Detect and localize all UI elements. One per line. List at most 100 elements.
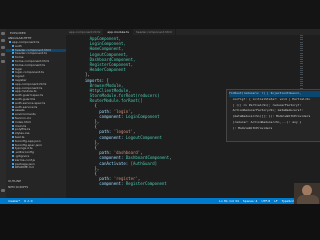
file-icon [12, 147, 14, 150]
status-item[interactable]: Ln 30, Col 34 [219, 199, 239, 203]
minimap-line [300, 41, 303, 43]
file-icon [12, 67, 14, 70]
file-icon [12, 154, 14, 157]
file-icon [12, 101, 14, 104]
editor-tabs: app.component.html app.module.ts header.co… [66, 29, 320, 35]
file-tree-item-label: favicon.ico [15, 116, 32, 120]
file-tree-item-label: assets [15, 109, 25, 113]
minimap-line [300, 35, 303, 36]
search-icon[interactable] [1, 39, 5, 42]
signature-help-tooltip: forRoot(reducers: r) | InjectionToken<>,… [226, 89, 320, 142]
minimap-line [300, 39, 303, 41]
debug-icon[interactable] [1, 53, 5, 56]
file-tree-item-label: app.module.ts [15, 90, 37, 94]
file-tree-item-label: auth.guard.ts [15, 97, 36, 101]
minimap-line [300, 56, 303, 58]
file-tree-item-label: logout [15, 75, 25, 79]
minimap-line [300, 80, 303, 82]
file-icon [12, 78, 14, 81]
file-icon [9, 41, 11, 43]
minimap-line [300, 63, 303, 65]
webcam-overlay [294, 183, 320, 204]
video-frame: EXPLORER ANGULAR-HTTP app.component.ts au… [0, 0, 320, 240]
status-item[interactable]: master* [8, 199, 20, 203]
file-tree-item-label: app.component.ts [15, 86, 43, 90]
file-tree-item-label: tsconfig.spec.json [15, 143, 42, 147]
file-tree-item-label: auth [15, 44, 22, 48]
extensions-icon[interactable] [1, 60, 5, 63]
letterbox-bottom [0, 204, 320, 240]
project-section-header[interactable]: ANGULAR-HTTP [8, 36, 31, 40]
file-tree-item-label: typings.d.ts [15, 147, 33, 151]
minimap-line [300, 61, 303, 63]
minimap-line [300, 85, 303, 87]
file-icon [12, 63, 14, 66]
file-icon [12, 143, 14, 146]
editor-tab[interactable]: app.module.ts [104, 29, 133, 35]
minimap-line [300, 83, 303, 85]
file-icon [12, 94, 14, 97]
status-item[interactable]: LF [274, 199, 277, 203]
file-icon [12, 162, 14, 165]
tooltip-line: config?: { initialState?: void | Partial… [229, 96, 311, 101]
file-icon [12, 151, 14, 154]
code-token: RegisterComponent [125, 181, 167, 187]
code-area[interactable]: AppComponent, LoginComponent, HomeCompon… [80, 36, 172, 186]
file-tree-item-label: karma.conf.js [15, 158, 35, 162]
file-tree-item-label: .gitignore [15, 154, 30, 158]
minimap-line [300, 65, 303, 67]
npm-scripts-section-header[interactable]: NPM SCRIPTS [8, 185, 28, 189]
code-token: , [169, 155, 172, 161]
file-icon [12, 97, 14, 100]
settings-gear-icon[interactable] [1, 189, 5, 192]
file-tree-item-label: auth.guard.spec.ts [15, 94, 44, 98]
minimap-line [300, 50, 303, 52]
tooltip-line: ): ModuleWithProviders [229, 125, 273, 130]
status-item[interactable]: 0 ⚠ 0 [24, 199, 32, 203]
file-tree-item-label: auth.service.ts [15, 105, 38, 109]
status-item[interactable]: Spaces: 4 [243, 199, 258, 203]
file-tree-item-label: auth.service.spec.ts [15, 101, 46, 105]
code-line[interactable]: component: RegisterComponent [80, 181, 172, 186]
file-icon [12, 128, 14, 131]
file-tree-item-label: package.json [15, 162, 35, 166]
outline-section-header[interactable]: OUTLINE [8, 179, 21, 183]
minimap-line [300, 45, 303, 47]
files-icon[interactable] [1, 32, 5, 35]
file-icon [12, 59, 14, 62]
minimap-line [300, 48, 303, 50]
file-icon [12, 113, 14, 116]
editor-tab[interactable]: header.component.html [133, 29, 176, 35]
status-item[interactable]: UTF-8 [261, 199, 270, 203]
source-control-icon[interactable] [1, 46, 5, 49]
minimap-line [300, 52, 303, 54]
file-icon [12, 139, 14, 142]
line-number-gutter [66, 35, 78, 198]
minimap-line [300, 70, 303, 71]
file-tree-item-label: tsconfig.app.json [15, 139, 41, 143]
file-icon [12, 166, 14, 169]
code-token: component: [80, 181, 126, 187]
file-icon [12, 90, 14, 93]
minimap-line [300, 59, 303, 61]
file-icon [12, 75, 14, 78]
file-tree-item[interactable]: README.md [6, 166, 66, 170]
file-tree-item-label: main.ts [15, 124, 27, 128]
file-icon [12, 86, 14, 89]
file-tree-item-label: home [15, 56, 24, 60]
file-tree-item-label: README.md [15, 166, 34, 170]
code-editor[interactable]: app.component.html app.module.ts header.co… [66, 29, 320, 198]
minimap-line [300, 74, 303, 76]
minimap-line [300, 37, 303, 39]
file-icon [12, 71, 14, 74]
vscode-window: EXPLORER ANGULAR-HTTP app.component.ts au… [0, 29, 320, 204]
file-icon [12, 109, 14, 112]
minimap-line [300, 76, 303, 78]
code-token: [AuthGuard] [130, 160, 158, 166]
file-tree-item-label: test.ts [15, 135, 25, 139]
file-tree-item-label: login.component.ts [15, 71, 44, 75]
code-token: LoginComponent [125, 113, 160, 119]
file-icon [12, 52, 14, 55]
file-icon [12, 135, 14, 138]
file-icon [12, 105, 14, 108]
